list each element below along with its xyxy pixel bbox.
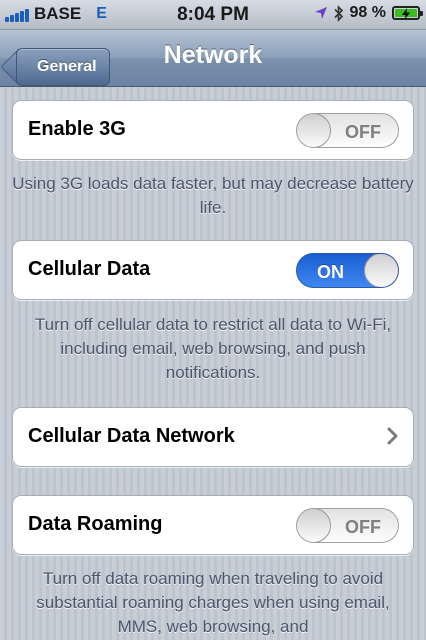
enable-3g-cell: Enable 3G OFF [12, 100, 414, 160]
switch-state-text: OFF [345, 517, 381, 537]
chevron-right-icon [387, 427, 399, 450]
switch-knob [297, 509, 331, 542]
switch-state-text: ON [317, 262, 344, 282]
navigation-bar: General Network [0, 30, 426, 87]
bluetooth-icon [333, 4, 344, 22]
cellular-data-cell: Cellular Data ON [12, 240, 414, 300]
enable-3g-label: Enable 3G [28, 118, 126, 140]
status-right: 98 % [314, 4, 423, 22]
cellular-data-label: Cellular Data [28, 258, 151, 280]
location-arrow-icon [314, 6, 328, 20]
data-roaming-label: Data Roaming [28, 513, 163, 535]
cellular-data-switch[interactable]: ON [296, 253, 399, 288]
cellular-data-network-cell[interactable]: Cellular Data Network [12, 407, 414, 467]
back-button[interactable]: General [16, 48, 110, 86]
cellular-data-footer: Turn off cellular data to restrict all d… [34, 315, 392, 382]
battery-percent: 98 % [349, 4, 386, 21]
cellular-data-network-label: Cellular Data Network [28, 425, 235, 447]
switch-knob [364, 254, 398, 287]
data-roaming-switch[interactable]: OFF [296, 508, 399, 543]
enable-3g-switch[interactable]: OFF [296, 113, 399, 148]
data-roaming-cell: Data Roaming OFF [12, 495, 414, 555]
switch-state-text: OFF [345, 122, 381, 142]
enable-3g-footer: Using 3G loads data faster, but may decr… [12, 174, 414, 217]
switch-knob [297, 114, 331, 147]
battery-charging-icon [392, 6, 423, 20]
status-bar: BASE E 8:04 PM 98 % [0, 0, 426, 30]
data-roaming-footer: Turn off data roaming when traveling to … [36, 569, 390, 636]
